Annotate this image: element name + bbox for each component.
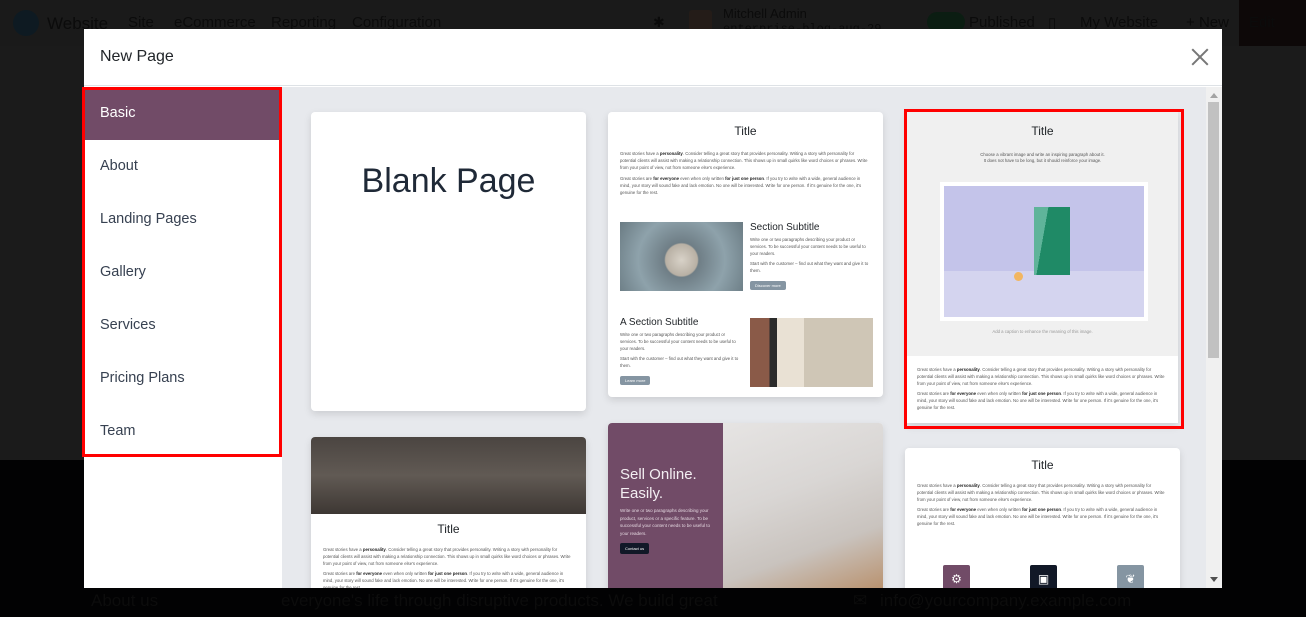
sell-online-panel: Sell Online. Easily. Write one or two pa… <box>608 423 723 588</box>
template-sell-online[interactable]: Sell Online. Easily. Write one or two pa… <box>608 423 883 588</box>
sell-online-text: Write one or two paragraphs describing y… <box>620 508 711 536</box>
template-title: Title <box>1031 124 1054 138</box>
category-team[interactable]: Team <box>84 405 280 458</box>
category-basic[interactable]: Basic <box>84 87 280 140</box>
leaf-icon: ❦ <box>1117 565 1144 588</box>
scroll-down-icon[interactable] <box>1210 577 1218 582</box>
intro-text: Choose a vibrant image and write an insp… <box>980 152 1105 163</box>
discover-more-button: Discover more <box>750 281 786 290</box>
footer-about-heading: About us <box>91 591 159 610</box>
scroll-up-icon[interactable] <box>1210 93 1218 98</box>
section-subtitle: A Section Subtitle <box>620 317 699 328</box>
scroll-thumb[interactable] <box>1208 102 1219 358</box>
section-subtitle: Section Subtitle <box>750 222 820 233</box>
template-cover-text[interactable]: Title Great stories have a personality. … <box>311 437 586 588</box>
edit-button: Edit <box>1239 0 1306 46</box>
template-paragraph: Great stories have a personality. Consid… <box>917 367 1165 386</box>
template-paragraph: Great stories have a personality. Consid… <box>917 483 1165 502</box>
template-paragraph: Great stories are for everyone even when… <box>620 176 862 195</box>
user-name: Mitchell Admin <box>723 6 807 21</box>
template-paragraph: Great stories are for everyone even when… <box>917 391 1159 410</box>
edit-label: Edit <box>1249 14 1275 31</box>
template-title: Title <box>437 522 460 536</box>
learn-more-button: Learn more <box>620 376 651 385</box>
template-grid: Blank Page Title Great stories have a pe… <box>282 87 1206 588</box>
section-text: Write one or two paragraphs describing y… <box>620 332 736 351</box>
portable-speaker-image <box>750 318 873 387</box>
section-text: Write one or two paragraphs describing y… <box>750 237 866 256</box>
section-text: Start with the customer – find out what … <box>750 261 869 273</box>
footer-tagline: everyone's life through disruptive produ… <box>281 591 718 610</box>
image-frame <box>940 182 1148 321</box>
dialog-body: Basic About Landing Pages Gallery Servic… <box>82 87 1222 588</box>
template-paragraph: Great stories are for everyone even when… <box>917 507 1159 526</box>
section-subtitle-block: Section Subtitle Write one or two paragr… <box>750 222 872 292</box>
dialog-header: New Page <box>84 29 1222 86</box>
image-icon: ▣ <box>1030 565 1057 588</box>
blank-page-title: Blank Page <box>361 162 536 200</box>
close-icon[interactable] <box>1190 47 1210 67</box>
template-category-sidebar: Basic About Landing Pages Gallery Servic… <box>82 87 282 588</box>
category-about[interactable]: About <box>84 140 280 193</box>
studio-image <box>311 437 586 514</box>
sell-online-headline: Sell Online. Easily. <box>620 466 697 502</box>
category-gallery[interactable]: Gallery <box>84 246 280 299</box>
template-scrollbar[interactable] <box>1206 87 1222 588</box>
template-text-icons[interactable]: Title Great stories have a personality. … <box>905 448 1180 588</box>
template-paragraph: Great stories have a personality. Consid… <box>323 547 571 566</box>
template-blank-page[interactable]: Blank Page <box>311 112 586 411</box>
prism-image <box>944 186 1144 317</box>
template-text-image[interactable]: Title Great stories have a personality. … <box>608 112 883 397</box>
prism-shape <box>1034 206 1070 276</box>
section-subtitle-block: A Section Subtitle Write one or two para… <box>620 317 742 387</box>
gear-icon: ⚙ <box>943 565 970 588</box>
contact-us-button: Contact us <box>620 543 650 554</box>
ball-shape <box>1014 272 1023 282</box>
template-paragraph: Great stories have a personality. Consid… <box>620 151 868 170</box>
dialog-title: New Page <box>100 48 174 65</box>
section-text: Start with the customer – find out what … <box>620 356 739 368</box>
template-paragraph: Great stories are for everyone even when… <box>323 571 565 588</box>
template-image-caption[interactable]: Title Choose a vibrant image and write a… <box>907 112 1178 423</box>
footer-email: info@yourcompany.example.com <box>880 591 1132 610</box>
category-services[interactable]: Services <box>84 299 280 352</box>
stairs-image <box>723 423 883 588</box>
envelope-icon: ✉ <box>853 591 868 610</box>
template-title: Title <box>1031 458 1054 472</box>
new-page-dialog: New Page Basic About Landing Pages Galle… <box>82 29 1222 588</box>
website-logo-icon <box>13 10 39 36</box>
category-pricing-plans[interactable]: Pricing Plans <box>84 352 280 405</box>
template-title: Title <box>734 124 757 138</box>
image-caption: Add a caption to enhance the meaning of … <box>992 329 1093 334</box>
category-landing-pages[interactable]: Landing Pages <box>84 193 280 246</box>
text-block: Great stories have a personality. Consid… <box>907 356 1178 423</box>
smart-speaker-image <box>620 222 743 291</box>
